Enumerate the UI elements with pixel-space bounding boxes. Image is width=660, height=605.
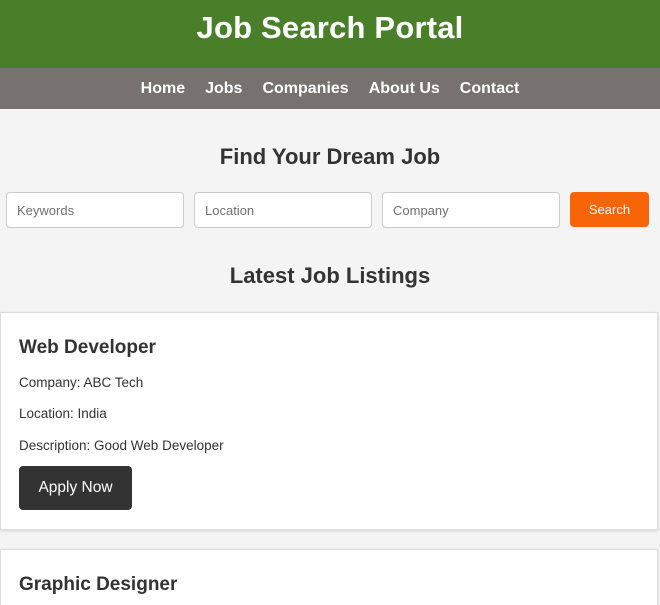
job-card: Graphic Designer (0, 549, 658, 605)
job-description: Description: Good Web Developer (19, 438, 224, 453)
search-section-title: Find Your Dream Job (219, 144, 441, 169)
job-location: Location: India (19, 406, 107, 421)
nav-item-jobs[interactable]: Jobs (205, 80, 242, 98)
nav-item-contact[interactable]: Contact (460, 80, 520, 98)
site-title: Job Search Portal (196, 10, 464, 45)
nav-item-companies[interactable]: Companies (262, 80, 348, 98)
job-title: Graphic Designer (19, 574, 178, 595)
main-nav: Home Jobs Companies About Us Contact (0, 68, 660, 109)
search-button[interactable]: Search (570, 192, 649, 227)
keywords-input[interactable] (6, 192, 184, 228)
company-input[interactable] (382, 192, 560, 228)
site-header: Job Search Portal (0, 0, 660, 68)
location-input[interactable] (194, 192, 372, 228)
apply-now-button[interactable]: Apply Now (19, 466, 132, 510)
job-card: Web Developer Company: ABC Tech Location… (0, 312, 658, 530)
nav-item-home[interactable]: Home (141, 80, 185, 98)
job-title: Web Developer (19, 337, 156, 358)
nav-item-about-us[interactable]: About Us (369, 80, 440, 98)
listings-section-title: Latest Job Listings (229, 263, 431, 288)
job-company: Company: ABC Tech (19, 375, 144, 390)
